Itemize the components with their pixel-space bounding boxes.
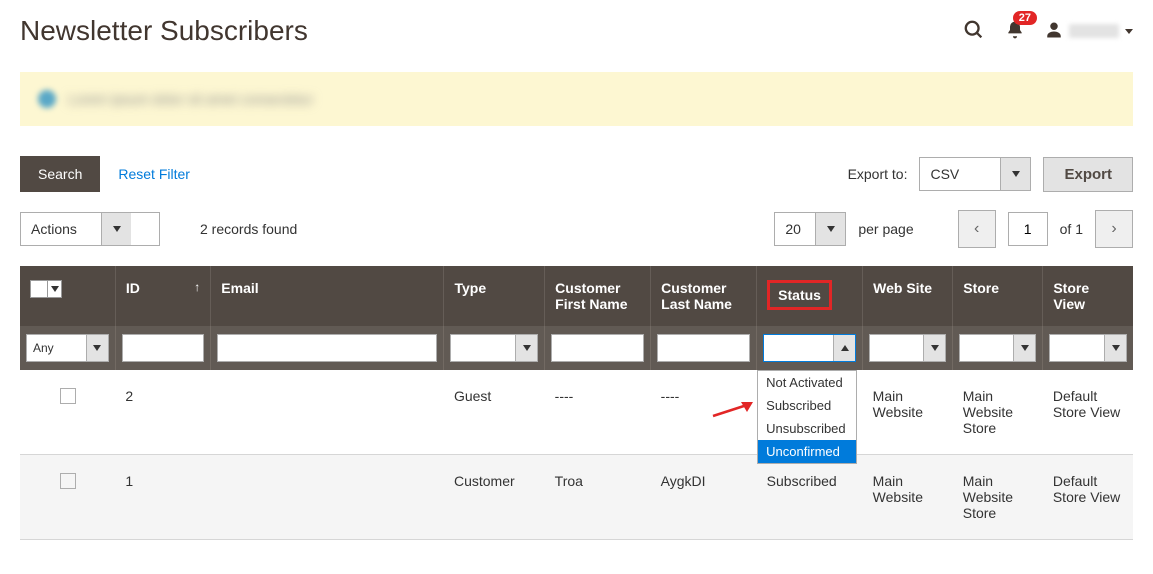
filter-any-value: Any <box>27 341 86 355</box>
subscribers-table: ID↑ Email Type Customer First Name Custo… <box>20 266 1133 540</box>
status-option-not-activated[interactable]: Not Activated <box>758 371 856 394</box>
filter-input-id[interactable] <box>122 334 204 362</box>
cell-type: Guest <box>444 370 545 455</box>
filter-input-firstname[interactable] <box>551 334 644 362</box>
cell-store: Main Website Store <box>953 370 1043 455</box>
filter-select-website[interactable] <box>869 334 946 362</box>
cell-storeview: Default Store View <box>1043 370 1133 455</box>
column-header-website[interactable]: Web Site <box>863 266 953 326</box>
column-header-id[interactable]: ID↑ <box>115 266 210 326</box>
column-header-email[interactable]: Email <box>211 266 444 326</box>
status-highlight-annotation: Status <box>767 280 832 310</box>
info-icon <box>38 90 56 108</box>
column-header-store[interactable]: Store <box>953 266 1043 326</box>
cell-website: Main Website <box>863 370 953 455</box>
select-all-checkbox[interactable] <box>31 281 47 297</box>
of-pages-label: of 1 <box>1060 221 1083 237</box>
column-header-type[interactable]: Type <box>444 266 545 326</box>
prev-page-button[interactable]: ‹ <box>958 210 996 248</box>
column-header-select[interactable] <box>20 266 115 326</box>
table-row: 2 Guest ---- ---- Main Website Main Webs… <box>20 370 1133 455</box>
chevron-down-icon <box>1000 158 1030 190</box>
page-size-select[interactable]: 20 <box>774 212 846 246</box>
filter-select-storeview[interactable] <box>1049 334 1127 362</box>
user-menu[interactable] <box>1045 21 1133 42</box>
filter-select-type[interactable] <box>450 334 538 362</box>
status-option-subscribed[interactable]: Subscribed <box>758 394 856 417</box>
chevron-down-icon <box>923 335 945 361</box>
current-page-input[interactable] <box>1008 212 1048 246</box>
chevron-down-icon <box>86 335 108 361</box>
chevron-down-icon <box>1013 335 1035 361</box>
message-bar: Lorem ipsum dolor sit amet consectetur <box>20 72 1133 126</box>
filter-select-status[interactable] <box>763 334 856 362</box>
arrow-annotation <box>711 402 753 420</box>
column-header-lastname[interactable]: Customer Last Name <box>651 266 757 326</box>
notification-badge: 27 <box>1013 11 1037 25</box>
chevron-down-icon <box>815 213 845 245</box>
notifications-icon[interactable]: 27 <box>1005 19 1025 44</box>
cell-website: Main Website <box>863 455 953 540</box>
message-text-blurred: Lorem ipsum dolor sit amet consectetur <box>68 91 313 107</box>
cell-id: 1 <box>115 455 210 540</box>
next-page-button[interactable]: › <box>1095 210 1133 248</box>
search-icon[interactable] <box>963 19 985 44</box>
cell-firstname: ---- <box>545 370 651 455</box>
sort-asc-icon: ↑ <box>194 280 200 294</box>
status-dropdown-menu: Not Activated Subscribed Unsubscribed Un… <box>757 370 857 464</box>
actions-value: Actions <box>21 221 101 237</box>
column-header-firstname[interactable]: Customer First Name <box>545 266 651 326</box>
per-page-label: per page <box>858 221 913 237</box>
cell-email-blurred <box>211 455 444 540</box>
row-checkbox[interactable] <box>60 473 76 489</box>
page-size-value: 20 <box>775 221 815 237</box>
filter-input-email[interactable] <box>217 334 437 362</box>
export-button[interactable]: Export <box>1043 157 1133 192</box>
table-row: 1 Customer Troa AygkDI Subscribed Main W… <box>20 455 1133 540</box>
chevron-down-icon[interactable] <box>47 281 61 297</box>
cell-status: Subscribed <box>757 455 863 540</box>
cell-email-blurred <box>211 370 444 455</box>
records-found: 2 records found <box>200 221 297 237</box>
reset-filter-link[interactable]: Reset Filter <box>118 166 190 182</box>
chevron-up-icon <box>833 335 855 361</box>
cell-lastname: AygkDI <box>651 455 757 540</box>
chevron-down-icon <box>515 335 537 361</box>
status-option-unsubscribed[interactable]: Unsubscribed <box>758 417 856 440</box>
actions-select[interactable]: Actions <box>20 212 160 246</box>
chevron-down-icon <box>1104 335 1126 361</box>
filter-select-store[interactable] <box>959 334 1036 362</box>
search-button[interactable]: Search <box>20 156 100 192</box>
status-option-unconfirmed[interactable]: Unconfirmed <box>758 440 856 463</box>
column-header-status[interactable]: Status <box>757 266 863 326</box>
export-format-value: CSV <box>920 166 1000 182</box>
cell-id: 2 <box>115 370 210 455</box>
filter-input-lastname[interactable] <box>657 334 750 362</box>
filter-select-checkbox[interactable]: Any <box>26 334 109 362</box>
export-to-label: Export to: <box>848 166 908 182</box>
chevron-down-icon <box>101 213 131 245</box>
cell-store: Main Website Store <box>953 455 1043 540</box>
cell-type: Customer <box>444 455 545 540</box>
chevron-down-icon <box>1125 29 1133 34</box>
cell-firstname: Troa <box>545 455 651 540</box>
user-icon <box>1045 21 1063 42</box>
export-format-select[interactable]: CSV <box>919 157 1031 191</box>
page-title: Newsletter Subscribers <box>20 15 308 47</box>
row-checkbox[interactable] <box>60 388 76 404</box>
cell-storeview: Default Store View <box>1043 455 1133 540</box>
user-name-blurred <box>1069 24 1119 38</box>
column-header-storeview[interactable]: Store View <box>1043 266 1133 326</box>
